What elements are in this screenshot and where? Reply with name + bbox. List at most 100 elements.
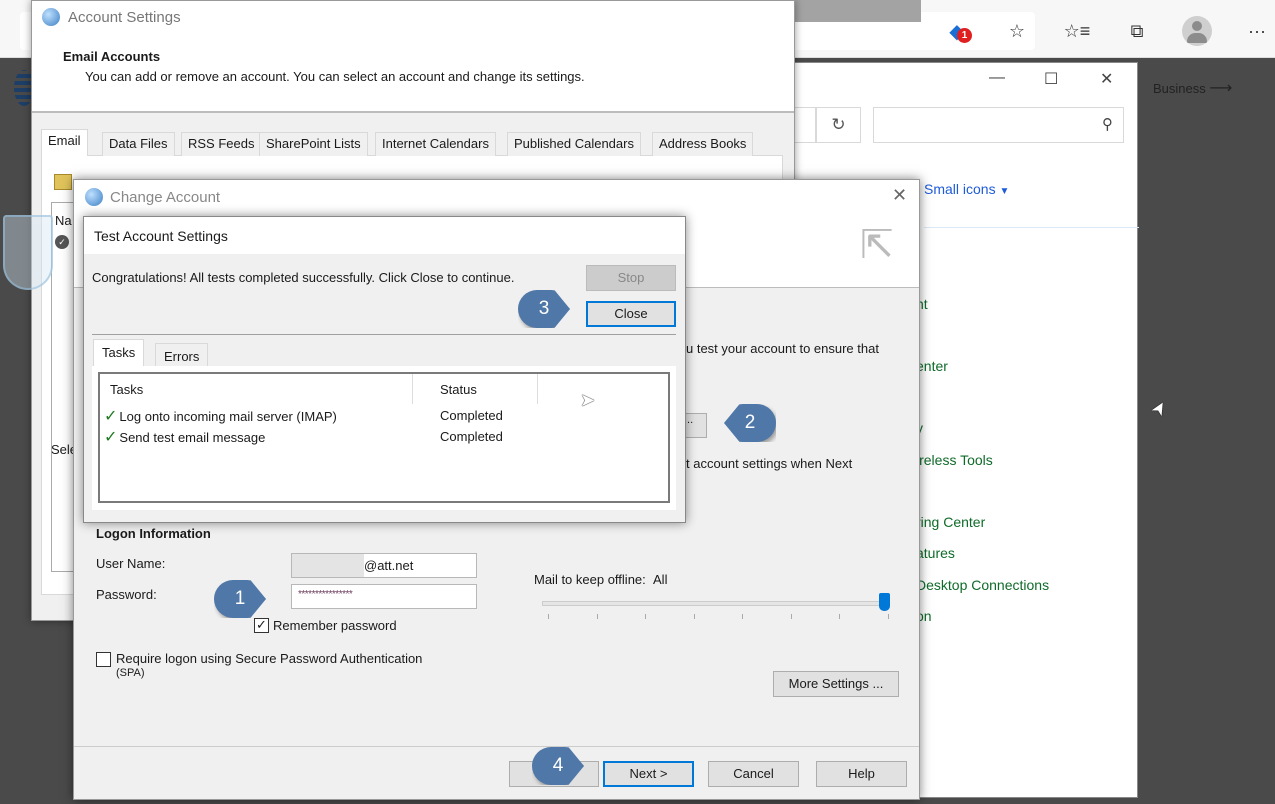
maximize-icon[interactable]: ☐: [1044, 69, 1058, 89]
section-description: You can add or remove an account. You ca…: [85, 69, 585, 84]
password-label: Password:: [96, 587, 157, 602]
column-header-tasks[interactable]: Tasks: [110, 382, 143, 397]
more-settings-button[interactable]: More Settings ...: [773, 671, 899, 697]
dialog-title: Change Account: [110, 189, 221, 206]
search-icon: ⚲: [1102, 116, 1113, 133]
close-icon[interactable]: ✕: [1100, 69, 1113, 89]
next-button[interactable]: Next >: [603, 761, 694, 787]
tab-published-calendars[interactable]: Published Calendars: [507, 132, 641, 156]
close-button[interactable]: Close: [586, 301, 676, 327]
history-dropdown[interactable]: [794, 107, 816, 143]
auto-test-text: t account settings when Next: [686, 456, 853, 471]
cp-item[interactable]: ireless Tools: [916, 452, 993, 468]
slider-tick: [693, 614, 695, 619]
username-field[interactable]: @att.net: [291, 553, 477, 578]
help-button[interactable]: Help: [816, 761, 907, 787]
tab-internet-calendars[interactable]: Internet Calendars: [375, 132, 496, 156]
mouse-cursor-icon: ➤: [580, 390, 596, 410]
new-account-icon: [54, 174, 72, 190]
profile-icon[interactable]: [1180, 14, 1214, 48]
cp-item[interactable]: atures: [916, 545, 955, 561]
password-field[interactable]: ****************: [291, 584, 477, 609]
divider: [92, 334, 676, 335]
favorites-icon[interactable]: ☆≡: [1060, 14, 1094, 48]
browser-toolbar-icons: ◆ 1 ☆ ☆≡ ⧉ ···: [940, 14, 1274, 48]
slider-thumb[interactable]: [879, 593, 890, 611]
slider-tick: [839, 614, 840, 619]
test-description: u test your account to ensure that: [686, 341, 879, 356]
tab-tasks[interactable]: Tasks: [93, 339, 145, 367]
cancel-button[interactable]: Cancel: [708, 761, 799, 787]
slider-tick: [645, 614, 646, 619]
checkmark-icon: ✓: [256, 617, 267, 632]
slider-tick: [742, 614, 743, 619]
spa-label-line1: Require logon using Secure Password Auth…: [116, 651, 423, 666]
test-result-message: Congratulations! All tests completed suc…: [92, 270, 515, 285]
stop-button[interactable]: Stop: [586, 265, 676, 291]
spa-label: Require logon using Secure Password Auth…: [116, 651, 422, 681]
cursor-click-icon: ⇱: [860, 223, 894, 267]
mail-offline-label: Mail to keep offline: All: [534, 572, 667, 587]
business-link[interactable]: Business ⟶: [1153, 78, 1232, 98]
divider: [74, 746, 919, 747]
divider: [924, 227, 1139, 228]
dropdown-arrow-icon: ▼: [999, 186, 1010, 197]
slider-tick: [790, 614, 792, 619]
slider-tick: [596, 614, 598, 619]
refresh-button[interactable]: ↻: [816, 107, 861, 143]
test-account-settings-dialog: Test Account Settings Congratulations! A…: [83, 216, 686, 523]
task-name: Send test email message: [119, 430, 266, 445]
tasks-panel: Tasks Status ✓ Log onto incoming mail ser…: [92, 366, 676, 510]
column-divider[interactable]: [412, 374, 413, 404]
check-icon: ✓: [104, 408, 118, 425]
search-input[interactable]: ⚲: [873, 107, 1124, 143]
task-status: Completed: [440, 408, 503, 423]
account-settings-header: Account Settings Email Accounts You can …: [32, 1, 794, 113]
slider-tick: [887, 614, 889, 619]
view-by-dropdown[interactable]: Small icons ▼: [924, 181, 1009, 197]
check-icon: ✓: [104, 429, 118, 446]
outlook-globe-icon: [42, 8, 60, 26]
task-status: Completed: [440, 429, 503, 444]
slider-tick: [548, 614, 549, 619]
username-value: @att.net: [364, 558, 414, 573]
task-name: Log onto incoming mail server (IMAP): [119, 409, 337, 424]
view-by-value: Small icons: [924, 181, 996, 197]
spa-label-line2: (SPA): [116, 667, 145, 679]
tab-address-books[interactable]: Address Books: [652, 132, 754, 156]
column-divider[interactable]: [537, 374, 538, 404]
redacted-username: [292, 554, 364, 577]
dialog-title: Account Settings: [68, 9, 181, 26]
test-dialog-titlebar: Test Account Settings: [84, 217, 685, 254]
more-icon[interactable]: ···: [1240, 14, 1274, 48]
spa-checkbox[interactable]: [96, 652, 111, 667]
remember-password-label: Remember password: [273, 618, 397, 633]
add-favorite-icon[interactable]: ☆: [1000, 14, 1034, 48]
cp-item[interactable]: enter: [916, 358, 948, 374]
table-row: ✓ Send test email message: [104, 427, 265, 447]
close-icon[interactable]: ✕: [892, 185, 907, 206]
section-heading: Email Accounts: [63, 49, 161, 64]
mail-offline-slider[interactable]: [542, 601, 890, 606]
tab-rss-feeds[interactable]: RSS Feeds: [181, 132, 262, 156]
coupon-tag-icon[interactable]: ◆ 1: [940, 14, 974, 48]
offline-value: All: [653, 572, 668, 587]
shield-icon: [3, 215, 53, 290]
minimize-icon[interactable]: —: [989, 69, 1005, 87]
business-link-label: Business: [1153, 81, 1206, 96]
tab-data-files[interactable]: Data Files: [102, 132, 175, 156]
column-header-status[interactable]: Status: [440, 382, 477, 397]
offline-label-text: Mail to keep offline:: [534, 572, 646, 587]
tab-email[interactable]: Email: [41, 129, 88, 156]
mouse-cursor-icon: ➤: [1146, 396, 1172, 420]
arrow-right-icon: ⟶: [1209, 80, 1233, 97]
username-label: User Name:: [96, 556, 166, 571]
remember-password-checkbox[interactable]: ✓: [254, 618, 269, 633]
tab-sharepoint-lists[interactable]: SharePoint Lists: [259, 132, 368, 156]
collections-icon[interactable]: ⧉: [1120, 14, 1154, 48]
table-row: ✓ Log onto incoming mail server (IMAP): [104, 406, 337, 426]
cp-item[interactable]: Desktop Connections: [916, 577, 1049, 593]
outlook-globe-icon: [85, 188, 103, 206]
refresh-icon: ↻: [831, 115, 846, 134]
cp-item[interactable]: ring Center: [916, 514, 985, 530]
